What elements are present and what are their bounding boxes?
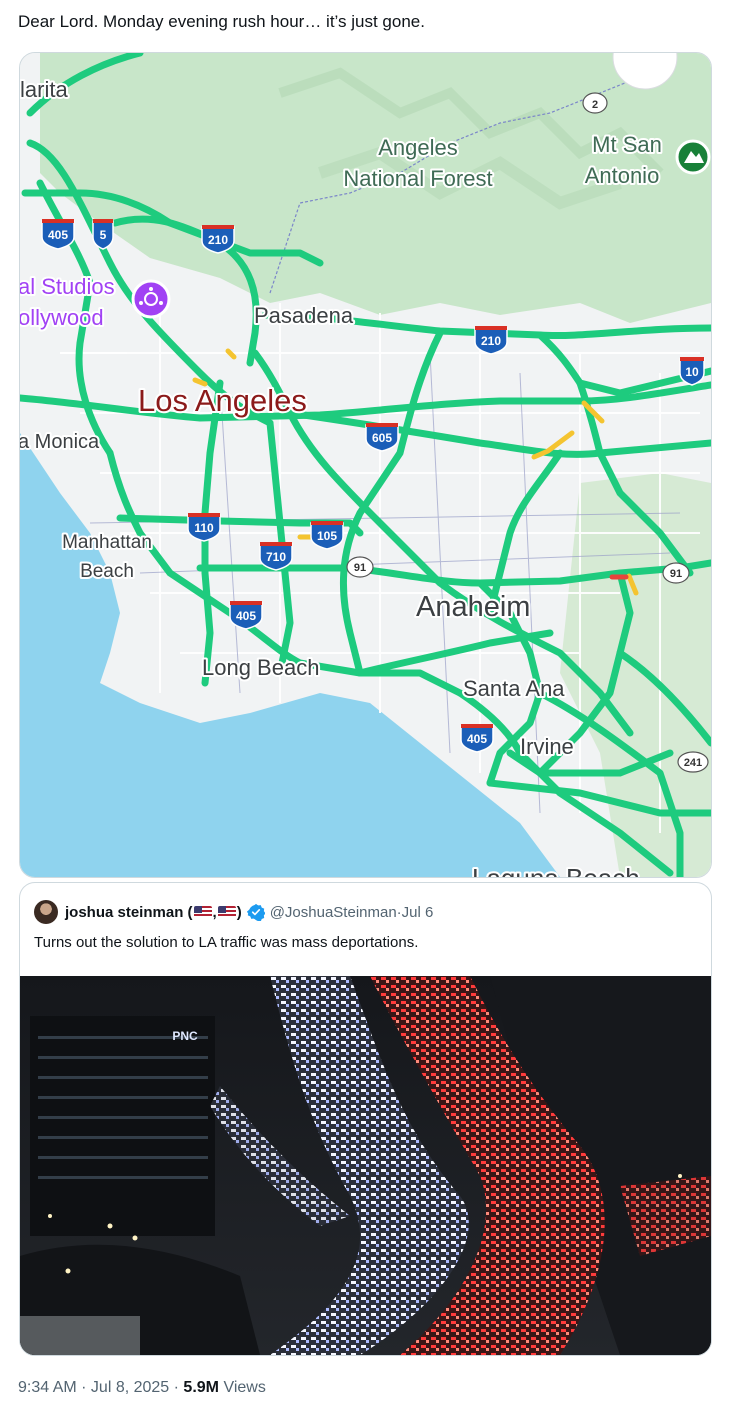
label-manhattan-2: Beach [80,561,134,582]
label-santa-monica: a Monica [20,431,100,453]
interstate-710-shield: 710 [259,542,293,571]
label-angeles-forest-1: Angeles [378,135,458,160]
svg-text:605: 605 [372,431,392,445]
svg-text:2: 2 [592,99,598,111]
interstate-210-east-shield: 210 [474,326,508,355]
interstate-605-shield: 605 [365,423,399,452]
universal-studios-pin-icon [131,279,171,319]
svg-text:710: 710 [266,550,286,564]
avatar[interactable] [34,900,58,924]
svg-text:91: 91 [354,562,366,574]
us-flag-icon [193,905,212,918]
label-los-angeles: Los Angeles [138,383,307,418]
author-name[interactable]: joshua steinman (,) [65,904,242,921]
quoted-tweet[interactable]: joshua steinman (,) @JoshuaSteinman · Ju… [19,882,712,1356]
tweet-text: Dear Lord. Monday evening rush hour… it’… [18,12,425,31]
views-label: Views [223,1379,266,1396]
interstate-10-shield: 10 [679,357,705,386]
label-irvine: Irvine [520,734,574,759]
tweet-date[interactable]: Jul 8, 2025 [91,1379,169,1396]
label-anaheim: Anaheim [416,591,530,623]
label-universal-1: al Studios [20,274,115,299]
label-universal-2: ollywood [20,305,104,330]
state-route-91-east-shield: 91 [662,562,690,584]
svg-text:210: 210 [208,233,228,247]
mountain-pin-icon [675,139,711,175]
quoted-tweet-date[interactable]: Jul 6 [402,904,434,921]
label-santa-clarita: larita [20,77,68,102]
svg-text:405: 405 [236,609,256,623]
author-handle[interactable]: @JoshuaSteinman [270,904,397,921]
svg-text:5: 5 [100,228,107,242]
verified-badge-icon [246,903,265,921]
interstate-210-shield: 210 [201,225,235,254]
svg-text:91: 91 [670,568,682,580]
label-laguna-beach: Laguna Beach [472,863,640,877]
label-long-beach: Long Beach [202,655,319,680]
label-manhattan-1: Manhattan [62,532,152,553]
label-mt-san-antonio-2: Antonio [585,163,660,188]
svg-text:110: 110 [194,521,214,535]
interstate-405-shield: 405 [41,219,75,250]
state-route-91-shield: 91 [346,556,374,578]
map-image[interactable]: 405 5 210 210 10 605 110 105 710 405 405… [19,52,712,878]
interstate-405-irvine-shield: 405 [460,724,494,753]
interstate-405-south-shield: 405 [229,601,263,630]
svg-text:210: 210 [481,334,501,348]
tweet-time[interactable]: 9:34 AM [18,1379,77,1396]
interstate-105-shield: 105 [310,521,344,550]
svg-text:105: 105 [317,529,337,543]
us-flag-icon [217,905,236,918]
quoted-tweet-text: Turns out the solution to LA traffic was… [34,934,419,951]
state-route-241-shield: 241 [677,751,709,773]
interstate-110-shield: 110 [187,513,221,542]
quoted-tweet-header: joshua steinman (,) @JoshuaSteinman · Ju… [34,900,434,924]
pnc-building [30,1016,215,1236]
state-route-2-shield: 2 [582,92,608,114]
views-count: 5.9M [183,1379,219,1396]
tweet-meta: 9:34 AM · Jul 8, 2025 · 5.9M Views [18,1379,266,1396]
label-angeles-forest-2: National Forest [343,166,492,191]
label-santa-ana: Santa Ana [463,676,565,701]
svg-text:10: 10 [685,365,699,379]
interstate-5-shield: 5 [92,219,114,250]
pnc-sign: PNC [172,1029,198,1043]
svg-text:405: 405 [467,732,487,746]
svg-text:405: 405 [48,228,68,242]
svg-text:241: 241 [684,757,702,769]
label-mt-san-antonio-1: Mt San [592,132,662,157]
traffic-photo[interactable]: PNC [20,976,711,1355]
label-pasadena: Pasadena [254,303,354,328]
